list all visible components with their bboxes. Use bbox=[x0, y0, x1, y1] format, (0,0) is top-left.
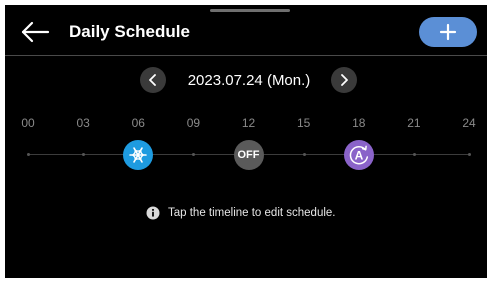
page-title: Daily Schedule bbox=[69, 22, 190, 41]
snowflake-icon bbox=[129, 147, 148, 163]
previous-day-button[interactable] bbox=[140, 67, 166, 93]
tick-label-24: 24 bbox=[462, 116, 476, 130]
chevron-left-icon bbox=[149, 74, 156, 86]
schedule-screen: Daily Schedule 2023.07.24 (Mon.) 00 03 06 0… bbox=[5, 5, 487, 278]
tick-label-21: 21 bbox=[407, 116, 421, 130]
tick-label-03: 03 bbox=[76, 116, 90, 130]
tick-label-09: 09 bbox=[186, 116, 201, 130]
info-icon bbox=[146, 206, 160, 220]
off-label: OFF bbox=[237, 149, 260, 161]
tick-label-12: 12 bbox=[241, 116, 256, 130]
tick-label-06: 06 bbox=[131, 116, 145, 130]
tick-label-15: 15 bbox=[296, 116, 311, 130]
hint-text: Tap the timeline to edit schedule. bbox=[168, 207, 336, 219]
current-date: 2023.07.24 (Mon.) bbox=[187, 72, 311, 89]
schedule-timeline[interactable]: 00 03 06 09 12 15 18 21 24 OFF A bbox=[5, 109, 487, 189]
hint-row: Tap the timeline to edit schedule. bbox=[5, 205, 487, 223]
tick-mark-21 bbox=[412, 153, 416, 156]
schedule-event-off[interactable]: OFF bbox=[233, 140, 264, 170]
tick-mark-03 bbox=[82, 153, 86, 156]
header: Daily Schedule bbox=[5, 5, 487, 56]
schedule-event-auto[interactable]: A bbox=[343, 140, 374, 170]
tick-label-00: 00 bbox=[21, 116, 35, 130]
next-day-button[interactable] bbox=[331, 67, 357, 93]
tick-mark-15 bbox=[302, 153, 306, 156]
auto-mode-icon: A bbox=[349, 145, 368, 165]
schedule-event-cool[interactable] bbox=[123, 140, 154, 170]
tick-mark-09 bbox=[192, 153, 196, 156]
auto-mode-label: A bbox=[354, 149, 363, 163]
plus-icon bbox=[439, 23, 457, 41]
tick-mark-24 bbox=[468, 153, 471, 156]
tick-label-18: 18 bbox=[352, 116, 366, 130]
chevron-right-icon bbox=[341, 74, 348, 86]
arrow-left-icon bbox=[21, 21, 50, 43]
tick-mark-00 bbox=[27, 153, 30, 156]
add-schedule-button[interactable] bbox=[419, 17, 477, 47]
back-button[interactable] bbox=[19, 19, 51, 45]
date-navigator: 2023.07.24 (Mon.) bbox=[5, 65, 487, 93]
